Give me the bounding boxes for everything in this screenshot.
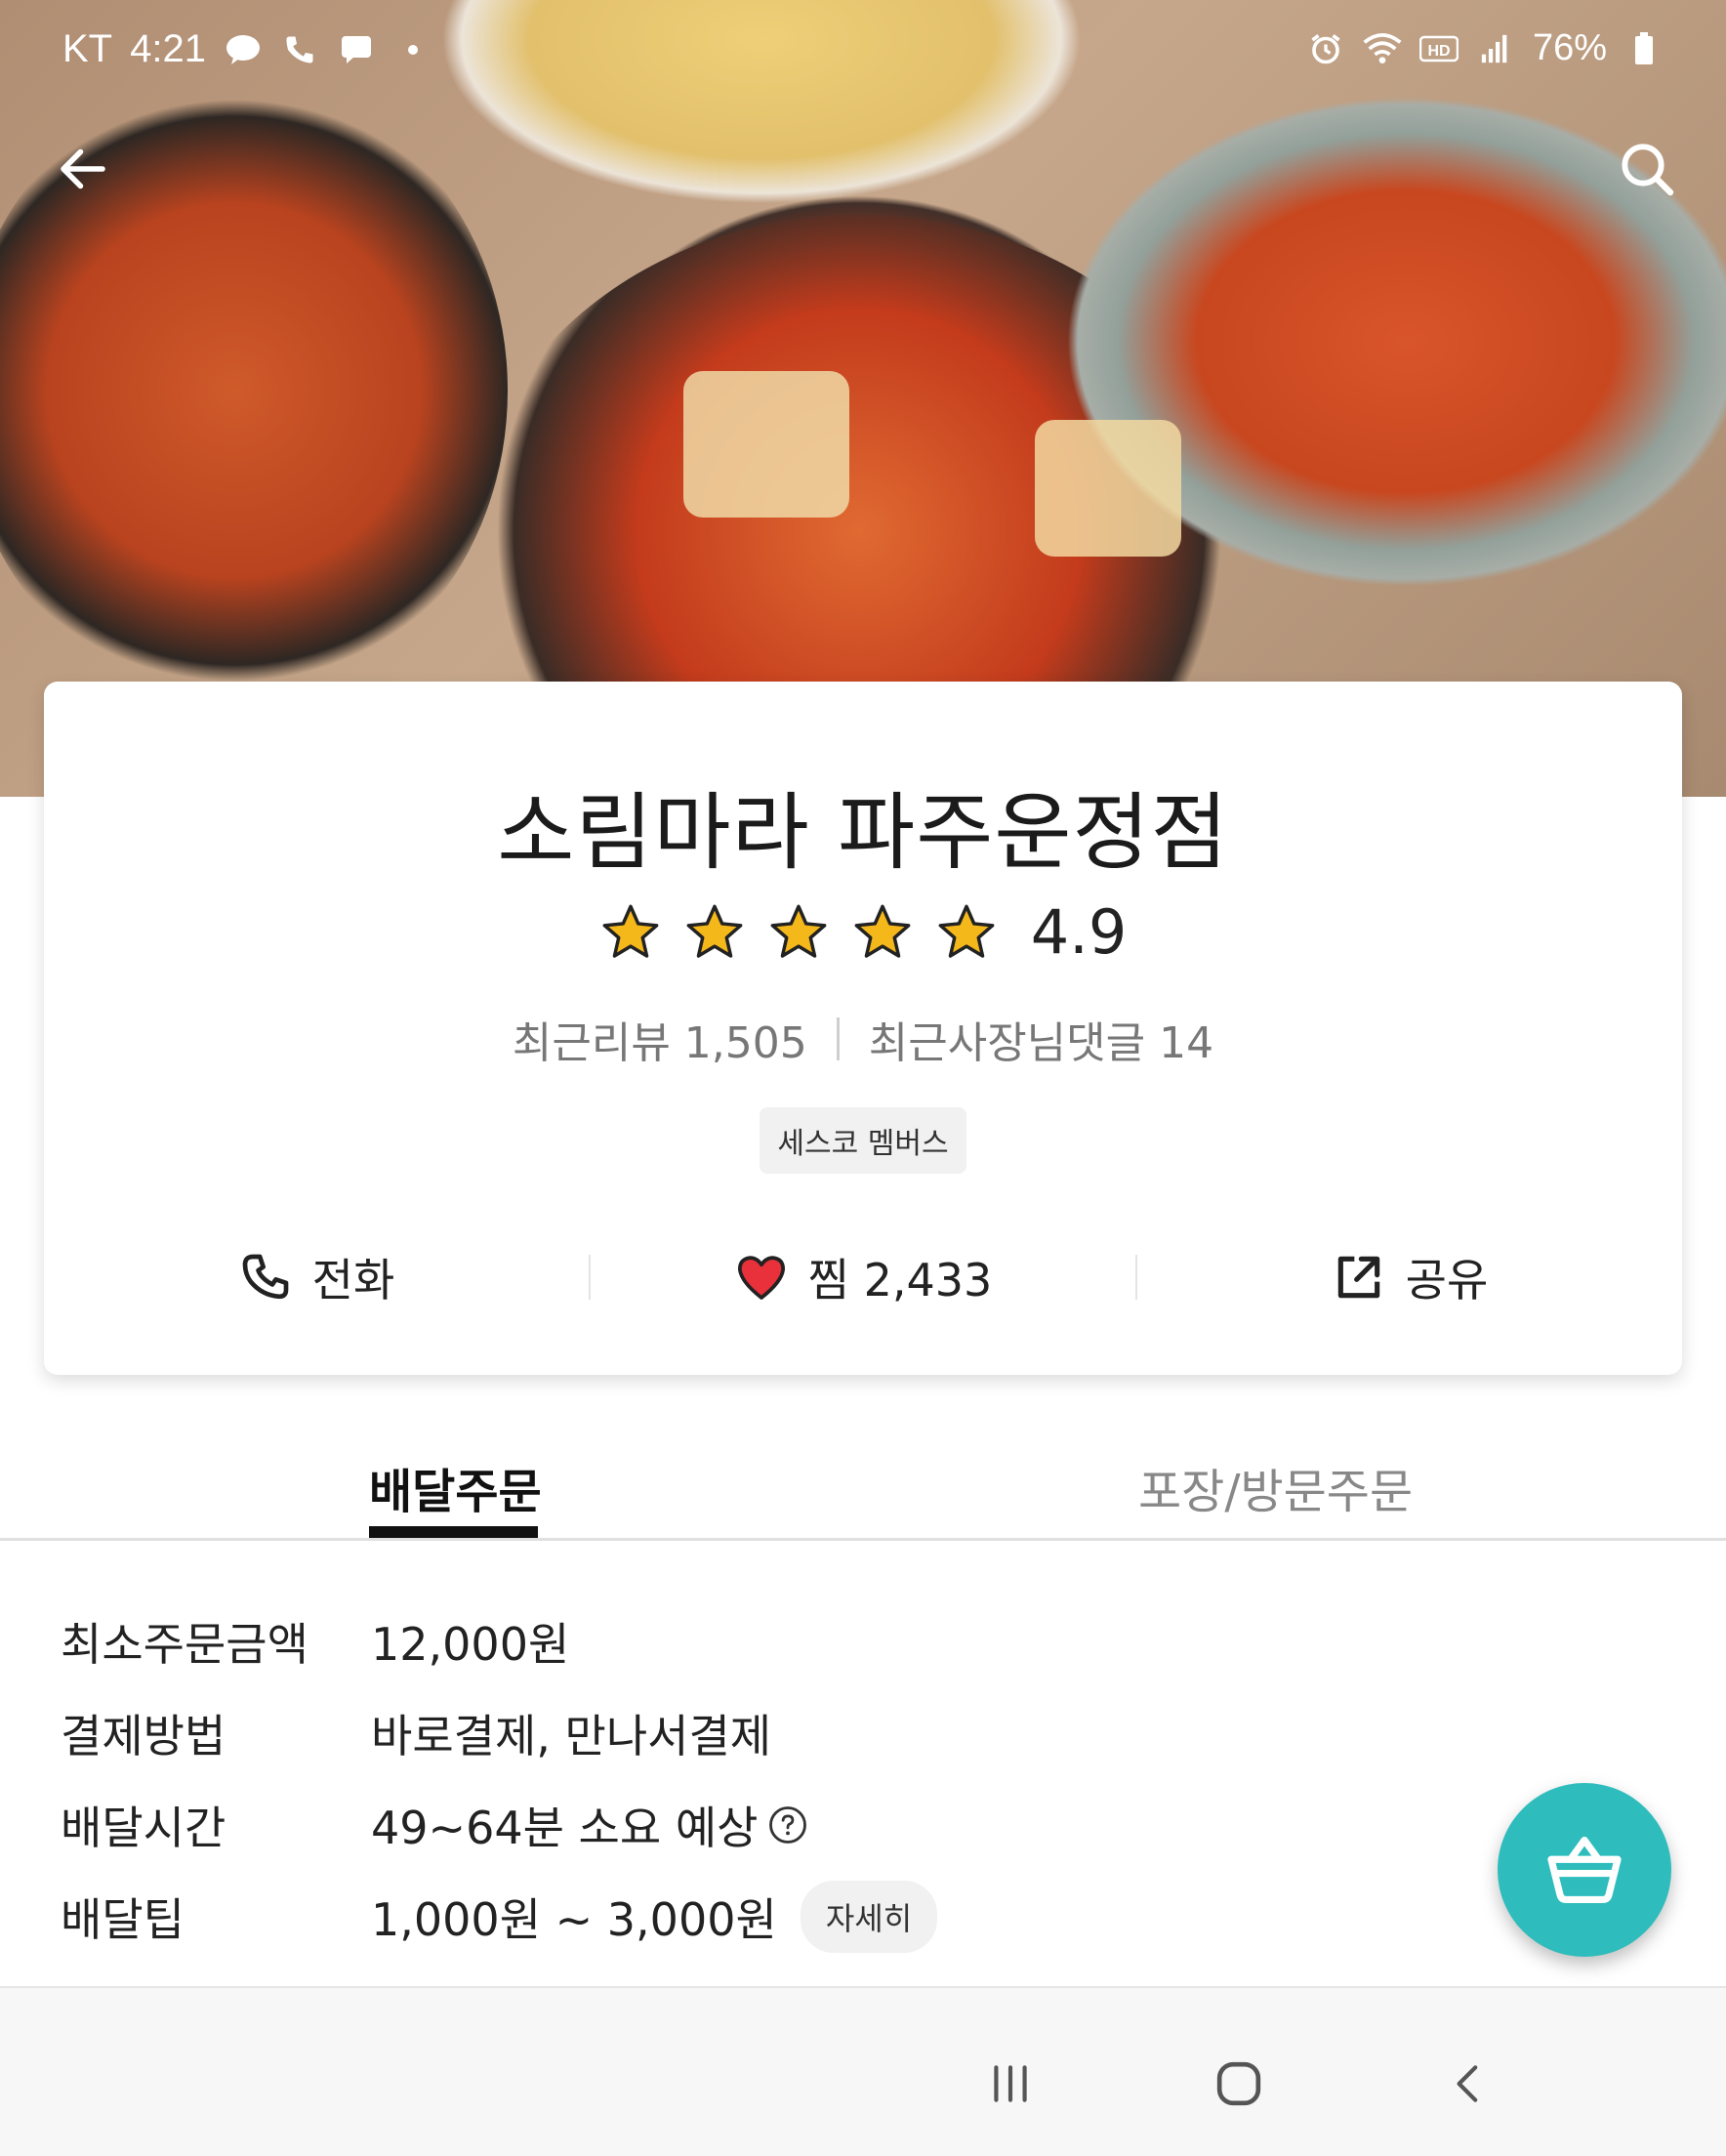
help-circle-icon[interactable] [767,1804,808,1845]
tab-delivery-order[interactable]: 배달주문 [369,1453,542,1521]
svg-text:HD: HD [1427,43,1450,60]
battery-percent: 76% [1532,27,1607,68]
payment-method-label: 결제방법 [61,1710,226,1762]
recent-reviews-link[interactable]: 최근리뷰 1,505 [513,1008,807,1070]
reviews-divider [836,1017,840,1060]
system-back-button[interactable] [1435,2045,1503,2123]
like-count: 찜 2,433 [807,1254,993,1306]
star-icon [602,904,659,958]
delivery-time-label: 배달시간 [61,1802,226,1854]
basket-icon [1547,1836,1622,1904]
star-icon [938,904,995,958]
min-order-row: 최소주문금액 12,000원 [61,1596,1623,1687]
cesco-members-badge: 세스코 멤버스 [760,1107,966,1174]
delivery-tip-detail-button[interactable]: 자세히 [800,1881,938,1953]
star-icon [686,904,743,958]
tab-pickup-order[interactable]: 포장/방문주문 [1138,1453,1413,1521]
recents-icon [994,2065,1027,2102]
arrow-left-icon [61,148,105,189]
rating-row[interactable]: 4.9 [44,896,1682,968]
star-icon [770,904,827,958]
phone-icon [242,1254,289,1300]
call-button[interactable]: 전화 [44,1245,589,1309]
store-info-card: 소림마라 파주운정점 4.9 최근리뷰 1,505 최근사장님댓글 14 세스코… [44,682,1682,1375]
order-type-tabs: 배달주문 포장/방문주문 [0,1414,1726,1541]
search-button[interactable] [1603,125,1691,213]
share-button[interactable]: 공유 [1137,1245,1682,1309]
store-actions: 전화 찜 2,433 공유 [44,1228,1682,1326]
delivery-tip-label: 배달팁 [61,1893,185,1946]
owner-replies-link[interactable]: 최근사장님댓글 14 [869,1008,1213,1070]
alarm-icon [1306,29,1345,68]
talk-notification-icon [224,30,263,69]
star-icon [854,904,911,958]
wifi-icon [1363,29,1402,68]
battery-icon [1624,29,1664,68]
delivery-time-row: 배달시간 49~64분 소요 예상 [61,1779,1623,1871]
delivery-tip-row: 배달팁 1,000원 ~ 3,000원 자세히 [61,1871,1623,1963]
rating-value: 4.9 [1030,896,1128,968]
store-name: 소림마라 파주운정점 [497,784,1229,882]
call-notification-icon [280,30,319,69]
share-label: 공유 [1405,1254,1489,1306]
hd-voice-icon: HD [1418,29,1459,68]
call-label: 전화 [311,1254,395,1306]
delivery-time-value: 49~64분 소요 예상 [371,1802,759,1854]
active-tab-indicator [369,1526,538,1538]
home-button[interactable] [1205,2045,1273,2123]
delivery-info: 최소주문금액 12,000원 결제방법 바로결제, 만나서결제 배달시간 49~… [61,1596,1623,1963]
clock: 4:21 [130,27,206,70]
signal-icon [1476,29,1515,68]
min-order-value: 12,000원 [371,1618,570,1671]
delivery-tip-value: 1,000원 ~ 3,000원 [371,1893,777,1946]
min-order-label: 최소주문금액 [61,1618,308,1671]
carrier-label: KT [62,27,113,70]
home-icon [1216,2061,1261,2106]
like-button[interactable]: 찜 2,433 [591,1245,1135,1309]
payment-method-value: 바로결제, 만나서결제 [371,1710,772,1762]
search-icon [1622,144,1674,196]
recent-apps-button[interactable] [976,2045,1045,2123]
status-bar: KT 4:21 HD 76% [0,0,1726,102]
heart-icon [737,1256,785,1300]
payment-method-row: 결제방법 바로결제, 만나서결제 [61,1687,1623,1779]
cart-button[interactable] [1498,1783,1671,1957]
back-button[interactable] [39,125,127,213]
store-hero-image [0,0,1726,797]
message-notification-icon [337,30,376,69]
share-icon [1337,1256,1379,1299]
more-notifications-dot-icon [393,30,432,69]
reviews-summary: 최근리뷰 1,505 최근사장님댓글 14 [44,1008,1682,1070]
chevron-left-icon [1457,2065,1478,2102]
